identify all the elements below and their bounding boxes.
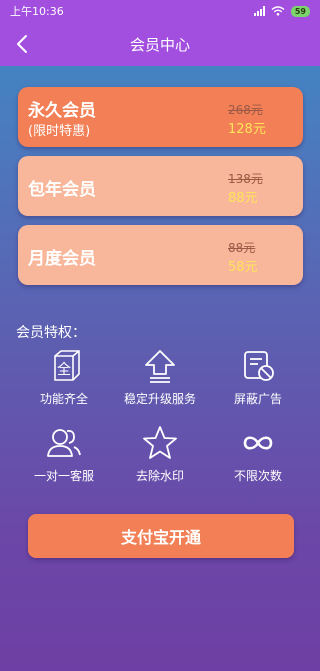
plan-original-price: 268元 xyxy=(228,103,263,117)
infinity-icon xyxy=(243,436,273,450)
status-bar: 上午10:36 59 xyxy=(0,0,320,22)
perk-customer-service: 一对一客服 xyxy=(24,425,104,484)
plan-name: 永久会员 xyxy=(28,101,96,121)
header-bar: 会员中心 xyxy=(0,22,320,66)
perk-stable-upgrade: 稳定升级服务 xyxy=(120,348,200,407)
perk-label: 去除水印 xyxy=(135,469,184,483)
block-ads-icon xyxy=(244,351,274,381)
alipay-activate-button[interactable]: 支付宝开通 xyxy=(28,514,294,558)
plan-name: 包年会员 xyxy=(28,180,96,200)
svg-text:全: 全 xyxy=(57,361,71,378)
plan-card-lifetime[interactable]: 永久会员 (限时特惠) 268元 128元 xyxy=(18,87,303,147)
perks-title: 会员特权： xyxy=(16,325,86,341)
chevron-left-icon xyxy=(17,35,27,53)
customer-service-icon xyxy=(47,429,81,457)
plan-original-price: 138元 xyxy=(228,172,263,186)
star-icon xyxy=(143,426,177,459)
plan-card-yearly[interactable]: 包年会员 138元 88元 xyxy=(18,156,303,216)
perk-label: 稳定升级服务 xyxy=(123,392,196,406)
perk-full-features: 全 功能齐全 xyxy=(24,348,104,407)
upgrade-arrow-icon xyxy=(145,350,175,383)
full-features-icon: 全 xyxy=(54,350,80,381)
plan-name: 月度会员 xyxy=(28,249,96,269)
battery-badge: 59 xyxy=(290,5,310,17)
perk-label: 功能齐全 xyxy=(39,392,88,406)
perk-label: 不限次数 xyxy=(233,469,282,483)
plan-price: 128元 xyxy=(228,122,266,137)
plan-card-monthly[interactable]: 月度会员 88元 58元 xyxy=(18,225,303,285)
perk-unlimited: 不限次数 xyxy=(218,425,298,484)
plan-original-price: 88元 xyxy=(228,241,256,255)
plan-price: 88元 xyxy=(228,191,258,206)
wifi-icon xyxy=(271,6,285,16)
signal-icon xyxy=(253,6,265,16)
perk-remove-watermark: 去除水印 xyxy=(120,425,200,484)
plan-price: 58元 xyxy=(228,260,258,275)
status-icons: 59 xyxy=(253,5,310,17)
perk-label: 屏蔽广告 xyxy=(233,392,282,406)
status-time: 上午10:36 xyxy=(10,5,64,18)
page-title: 会员中心 xyxy=(129,35,190,54)
back-button[interactable] xyxy=(8,30,36,58)
perk-label: 一对一客服 xyxy=(33,469,94,483)
perk-block-ads: 屏蔽广告 xyxy=(218,348,298,407)
plan-subtitle: (限时特惠) xyxy=(28,124,91,139)
